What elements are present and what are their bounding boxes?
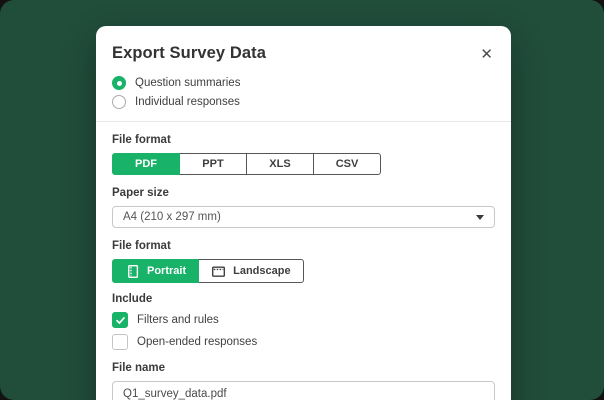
paper-size-select[interactable]: A4 (210 x 297 mm) — [112, 206, 495, 228]
radio-unselected-icon[interactable] — [112, 95, 126, 109]
radio-selected-icon[interactable] — [112, 76, 126, 90]
paper-size-label: Paper size — [112, 187, 169, 199]
orientation-toggle: Portrait Landscape — [112, 259, 304, 283]
file-format-label: File format — [112, 134, 171, 146]
portrait-icon — [128, 264, 139, 278]
include-label: Include — [112, 293, 153, 305]
checkbox-checked-icon[interactable] — [112, 312, 128, 328]
radio-label: Individual responses — [135, 96, 240, 108]
landscape-icon — [212, 265, 226, 277]
close-icon[interactable]: ✕ — [478, 45, 495, 63]
file-name-label: File name — [112, 362, 166, 374]
format-option-csv[interactable]: CSV — [313, 153, 381, 175]
file-format-segmented-control: PDF PPT XLS CSV — [112, 153, 495, 175]
export-type-radio-group: Question summaries Individual responses — [112, 76, 495, 109]
orientation-label: File format — [112, 240, 171, 252]
checkbox-unchecked-icon[interactable] — [112, 334, 128, 350]
checkbox-open-ended-responses[interactable]: Open-ended responses — [112, 334, 495, 350]
radio-individual-responses[interactable]: Individual responses — [112, 95, 495, 109]
dialog-title: Export Survey Data — [112, 44, 267, 62]
orientation-option-label: Portrait — [147, 265, 187, 277]
file-name-input[interactable] — [112, 381, 495, 400]
radio-label: Question summaries — [135, 77, 241, 89]
orientation-option-portrait[interactable]: Portrait — [112, 259, 200, 283]
orientation-option-label: Landscape — [233, 265, 291, 277]
checkbox-label: Open-ended responses — [137, 336, 258, 348]
export-survey-dialog: Export Survey Data ✕ Question summaries … — [96, 26, 511, 400]
chevron-down-icon — [476, 214, 484, 220]
orientation-option-landscape[interactable]: Landscape — [198, 259, 304, 283]
include-checkbox-group: Filters and rules Open-ended responses — [112, 312, 495, 350]
radio-question-summaries[interactable]: Question summaries — [112, 76, 495, 90]
dialog-header: Export Survey Data ✕ — [112, 44, 495, 63]
checkbox-filters-and-rules[interactable]: Filters and rules — [112, 312, 495, 328]
format-option-xls[interactable]: XLS — [246, 153, 314, 175]
format-option-pdf[interactable]: PDF — [112, 153, 180, 175]
paper-size-value: A4 (210 x 297 mm) — [123, 211, 221, 223]
checkbox-label: Filters and rules — [137, 314, 219, 326]
page-background: Export Survey Data ✕ Question summaries … — [0, 0, 604, 400]
format-option-ppt[interactable]: PPT — [179, 153, 247, 175]
divider — [96, 121, 511, 122]
